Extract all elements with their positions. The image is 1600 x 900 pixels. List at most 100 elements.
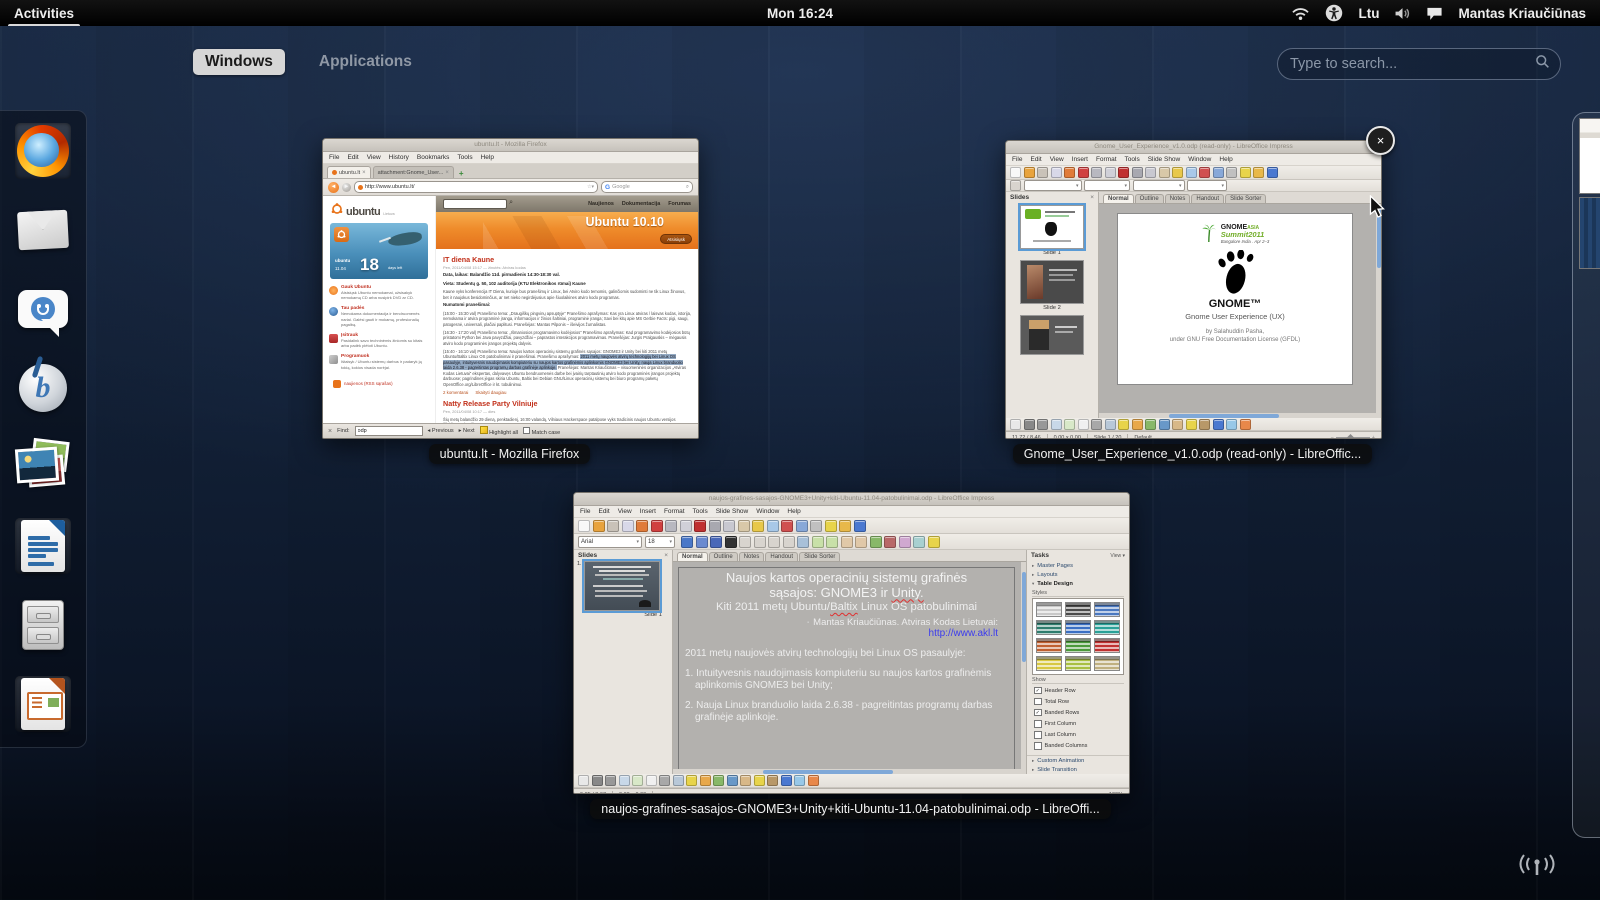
table-icon[interactable]	[1213, 167, 1224, 178]
slide-thumbnail-2[interactable]	[1020, 260, 1084, 304]
curve-icon[interactable]	[1091, 419, 1102, 430]
search-go-icon[interactable]: ⌕	[686, 184, 689, 191]
callouts-icon[interactable]	[1172, 419, 1183, 430]
combo-box[interactable]: ▾	[1133, 180, 1185, 191]
email-icon[interactable]	[622, 520, 634, 532]
save-icon[interactable]	[607, 520, 619, 532]
close-panel-icon[interactable]: ×	[1090, 194, 1094, 201]
workspace-thumbnail[interactable]	[1579, 197, 1600, 269]
tab-windows[interactable]: Windows	[193, 49, 285, 75]
font-name-combo[interactable]: Arial▾	[578, 536, 642, 548]
underline-icon[interactable]	[710, 536, 722, 548]
menu-item[interactable]: File	[580, 508, 590, 515]
combo-box[interactable]: ▾	[1084, 180, 1130, 191]
from-file-icon[interactable]	[794, 775, 805, 786]
fontwork-icon[interactable]	[1213, 419, 1224, 430]
new-icon[interactable]	[1010, 167, 1021, 178]
edit-file-icon[interactable]	[636, 520, 648, 532]
preview-icon[interactable]	[680, 520, 692, 532]
slide-hyperlink[interactable]: http://www.akl.lt	[685, 628, 1008, 639]
navigator-icon[interactable]	[1240, 167, 1251, 178]
close-window-button[interactable]: ×	[1366, 126, 1395, 155]
email-icon[interactable]	[1051, 167, 1062, 178]
arrow-icon[interactable]	[605, 775, 616, 786]
copy-icon[interactable]	[723, 520, 735, 532]
match-case-checkbox[interactable]: Match case	[523, 427, 560, 436]
sidebar-section[interactable]: Įsitrauk Pasidalink savo techninėmis žin…	[329, 333, 429, 348]
menu-item[interactable]: Edit	[598, 508, 609, 515]
preview-icon[interactable]	[1105, 167, 1116, 178]
menu-item[interactable]: Edit	[1030, 156, 1041, 163]
menu-item[interactable]: View	[367, 154, 381, 161]
table-option-checkbox[interactable]: Total Row	[1027, 696, 1129, 707]
paragraph-icon[interactable]	[913, 536, 925, 548]
network-wireless-icon[interactable]	[1291, 6, 1310, 21]
open-icon[interactable]	[1024, 167, 1035, 178]
chart-icon[interactable]	[781, 520, 793, 532]
flowchart-icon[interactable]	[727, 775, 738, 786]
highlight-all-button[interactable]: Highlight all	[480, 426, 518, 436]
comments-link[interactable]: 2 komentarai	[443, 390, 468, 395]
menu-item[interactable]: File	[329, 154, 339, 161]
3d-objects-icon[interactable]	[767, 775, 778, 786]
rss-link[interactable]: naujienos (RSS sąrašas)	[333, 380, 425, 388]
move-up-icon[interactable]	[841, 536, 853, 548]
download-button[interactable]: Atsisiųsk	[660, 234, 692, 244]
italic-icon[interactable]	[696, 536, 708, 548]
print-icon[interactable]	[665, 520, 677, 532]
chat-presence-icon[interactable]	[1426, 6, 1443, 21]
volume-icon[interactable]	[1394, 6, 1411, 21]
dock-item-nautilus-files[interactable]	[15, 597, 71, 653]
window-impress-gnome-ux[interactable]: Gnome_User_Experience_v1.0.odp (read-onl…	[1005, 140, 1382, 439]
dock-item-shotwell-photos[interactable]	[15, 439, 71, 495]
block-arrows-icon[interactable]	[1145, 419, 1156, 430]
dock-item-firefox[interactable]	[15, 123, 71, 179]
tasks-section-layouts[interactable]: ▸Layouts	[1027, 570, 1129, 579]
slide-icon[interactable]	[1010, 180, 1021, 191]
spelling-icon[interactable]	[1118, 167, 1129, 178]
menu-item[interactable]: Insert	[640, 508, 656, 515]
help-icon[interactable]	[854, 520, 866, 532]
view-tab[interactable]: Notes	[1165, 194, 1191, 203]
rectangle-icon[interactable]	[619, 775, 630, 786]
table-style-swatch[interactable]	[1094, 638, 1120, 653]
menu-item[interactable]: View	[1050, 156, 1064, 163]
browser-tab-attachment[interactable]: attachment:Gnome_User... ×	[373, 166, 454, 178]
find-next-button[interactable]: ▸ Next	[459, 428, 475, 434]
overview-search[interactable]	[1277, 48, 1561, 80]
tab-applications[interactable]: Applications	[307, 49, 424, 75]
menu-item[interactable]: Bookmarks	[417, 154, 450, 161]
close-findbar-icon[interactable]: ×	[328, 428, 332, 435]
ubuntu-countdown-banner[interactable]: ubuntu 11.04 18 days left	[330, 223, 428, 279]
stars-icon[interactable]	[754, 775, 765, 786]
view-tab[interactable]: Notes	[739, 552, 765, 561]
menu-item[interactable]: History	[389, 154, 409, 161]
menu-item[interactable]: Help	[481, 154, 494, 161]
user-menu[interactable]: Mantas Kriaučiūnas	[1458, 6, 1586, 21]
rectangle-icon[interactable]	[1051, 419, 1062, 430]
table-option-checkbox[interactable]: Banded Rows	[1027, 707, 1129, 718]
ellipse-icon[interactable]	[632, 775, 643, 786]
open-icon[interactable]	[593, 520, 605, 532]
basic-shapes-icon[interactable]	[686, 775, 697, 786]
background-icon[interactable]	[928, 536, 940, 548]
block-arrows-icon[interactable]	[713, 775, 724, 786]
table-style-swatch[interactable]	[1036, 656, 1062, 671]
menu-item[interactable]: Tools	[693, 508, 708, 515]
curve-icon[interactable]	[659, 775, 670, 786]
table-style-swatch[interactable]	[1094, 620, 1120, 635]
paste-icon[interactable]	[1159, 167, 1170, 178]
browser-tab-ubuntu-lt[interactable]: ubuntu.lt ×	[327, 166, 371, 178]
find-previous-button[interactable]: ◂ Previous	[428, 428, 454, 434]
table-style-swatch[interactable]	[1065, 638, 1091, 653]
ellipse-icon[interactable]	[1064, 419, 1075, 430]
menu-item[interactable]: Edit	[347, 154, 358, 161]
clock[interactable]: Mon 16:24	[767, 6, 833, 21]
table-style-swatch[interactable]	[1036, 638, 1062, 653]
horizontal-scrollbar[interactable]	[673, 769, 1021, 774]
forward-button[interactable]: ►	[342, 183, 351, 192]
vertical-scrollbar[interactable]	[1376, 204, 1381, 413]
tasks-section-table-design[interactable]: ▾Table Design	[1027, 579, 1129, 588]
help-icon[interactable]	[1267, 167, 1278, 178]
tasks-section-custom-animation[interactable]: ▸Custom Animation	[1027, 756, 1129, 765]
